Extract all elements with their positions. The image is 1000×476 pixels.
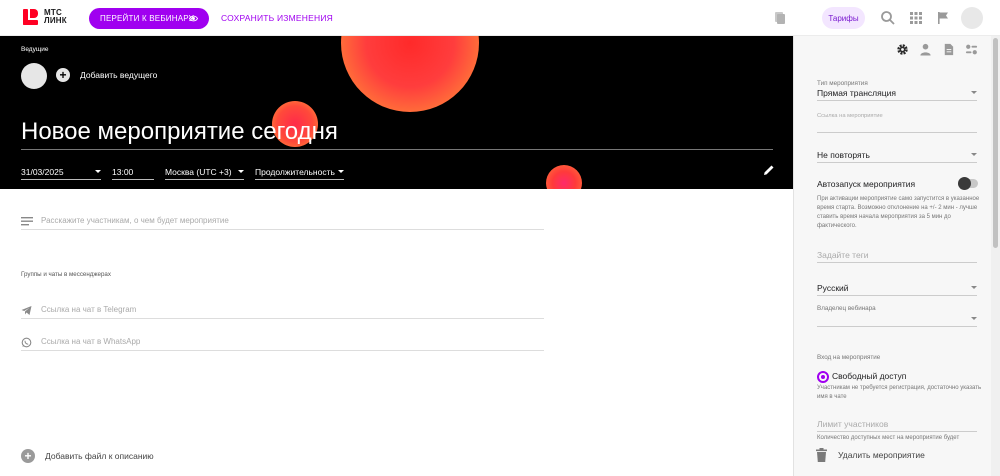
user-avatar[interactable] (961, 7, 983, 29)
telegram-link-field[interactable]: Ссылка на чат в Telegram (21, 301, 544, 319)
autostart-toggle[interactable] (958, 177, 978, 190)
tags-field[interactable]: Задайте теги (817, 247, 977, 263)
chevron-down-icon (971, 91, 977, 94)
chevron-down-icon (971, 153, 977, 156)
participant-limit-field[interactable]: Лимит участников (817, 416, 977, 432)
logo-text: МТС ЛИНК (44, 9, 67, 25)
event-type-select[interactable]: Прямая трансляция (817, 85, 977, 101)
host-avatar[interactable] (21, 63, 47, 89)
duration-value: Продолжительность (255, 166, 335, 177)
apps-grid-icon[interactable] (908, 10, 924, 26)
search-icon[interactable] (880, 10, 896, 26)
tariffs-button[interactable]: Тарифы (822, 7, 865, 29)
description-placeholder: Расскажите участникам, о чем будет мероп… (41, 216, 229, 225)
timezone-select[interactable]: Москва (UTC +3) (165, 164, 244, 180)
whatsapp-link-field[interactable]: Ссылка на чат в WhatsApp (21, 333, 544, 351)
date-field[interactable]: 31/03/2025 (21, 164, 101, 180)
delete-event-button[interactable]: Удалить мероприятие (815, 448, 925, 462)
event-link-field[interactable] (817, 117, 977, 133)
delete-event-label: Удалить мероприятие (838, 450, 925, 460)
autostart-hint: При активации мероприятие само запуститс… (817, 196, 980, 229)
add-host-label: Добавить ведущего (80, 70, 158, 80)
scrollbar-thumb[interactable] (993, 38, 998, 248)
logo-text-line-2: ЛИНК (44, 16, 67, 25)
access-label: Вход на мероприятие (817, 354, 881, 361)
whatsapp-icon (21, 337, 32, 348)
chevron-down-icon (238, 170, 244, 173)
decor-blob-small (546, 165, 582, 189)
sidebar-scrollbar[interactable] (991, 36, 1000, 476)
duration-select[interactable]: Продолжительность (255, 164, 344, 180)
telegram-icon (21, 306, 32, 315)
top-bar: МТС ЛИНК ПЕРЕЙТИ К ВЕБИНАРУ СОХРАНИТЬ ИЗ… (0, 0, 1000, 36)
logo[interactable]: МТС ЛИНК (23, 9, 67, 25)
autostart-label: Автозапуск мероприятия (817, 179, 916, 189)
free-access-label[interactable]: Свободный доступ (832, 371, 906, 381)
repeat-select[interactable]: Не повторять (817, 147, 977, 163)
go-to-webinar-button[interactable]: ПЕРЕЙТИ К ВЕБИНАРУ (89, 8, 209, 29)
trash-icon (816, 448, 827, 462)
event-title-input[interactable]: Новое мероприятие сегодня (21, 118, 773, 150)
owner-select[interactable] (817, 311, 977, 327)
gear-icon[interactable] (896, 43, 909, 56)
add-file-label: Добавить файл к описанию (45, 451, 154, 461)
event-type-value: Прямая трансляция (817, 87, 896, 98)
document-icon[interactable] (942, 43, 955, 56)
toggle-knob (958, 177, 971, 190)
settings-sidebar: Тип мероприятия Прямая трансляция Ссылка… (793, 36, 1000, 476)
add-host-button[interactable]: + Добавить ведущего (56, 68, 157, 82)
repeat-value: Не повторять (817, 149, 870, 160)
go-to-webinar-label: ПЕРЕЙТИ К ВЕБИНАРУ (100, 14, 194, 23)
event-hero: Ведущие + Добавить ведущего Новое меропр… (0, 36, 793, 189)
hosts-label: Ведущие (21, 46, 49, 53)
person-icon[interactable] (919, 43, 932, 56)
chevron-down-icon (971, 317, 977, 320)
logo-mark-icon (23, 9, 38, 25)
decor-blob-large (341, 36, 479, 112)
free-access-radio[interactable] (817, 371, 829, 383)
pencil-icon[interactable] (763, 164, 775, 176)
time-field[interactable]: 13:00 (112, 164, 154, 180)
eye-icon (189, 15, 198, 22)
chevron-down-icon (971, 286, 977, 289)
messenger-groups-label: Группы и чаты в мессенджерах (21, 271, 111, 278)
free-access-hint: Участникам не требуется регистрация, дос… (817, 385, 982, 400)
description-field[interactable]: Расскажите участникам, о чем будет мероп… (21, 212, 544, 230)
participant-limit-hint: Количество доступных мест на мероприятие… (817, 435, 960, 441)
chevron-down-icon (337, 170, 344, 173)
participant-limit-placeholder: Лимит участников (817, 418, 889, 429)
chevron-down-icon (95, 170, 101, 173)
copy-icon[interactable] (772, 10, 788, 26)
radio-dot (821, 375, 825, 379)
timezone-value: Москва (UTC +3) (165, 166, 232, 177)
text-lines-icon (21, 217, 33, 226)
time-value: 13:00 (112, 166, 134, 177)
language-select[interactable]: Русский (817, 280, 977, 296)
language-value: Русский (817, 282, 849, 293)
plus-circle-icon: + (56, 68, 70, 82)
plus-circle-icon: + (21, 449, 35, 463)
tags-placeholder: Задайте теги (817, 249, 869, 260)
date-value: 31/03/2025 (21, 166, 64, 177)
add-file-button[interactable]: + Добавить файл к описанию (21, 449, 154, 463)
flag-icon[interactable] (935, 10, 951, 26)
toggles-icon[interactable] (965, 43, 978, 56)
save-changes-button[interactable]: СОХРАНИТЬ ИЗМЕНЕНИЯ (221, 13, 333, 23)
whatsapp-placeholder: Ссылка на чат в WhatsApp (41, 337, 141, 346)
telegram-placeholder: Ссылка на чат в Telegram (41, 305, 137, 314)
